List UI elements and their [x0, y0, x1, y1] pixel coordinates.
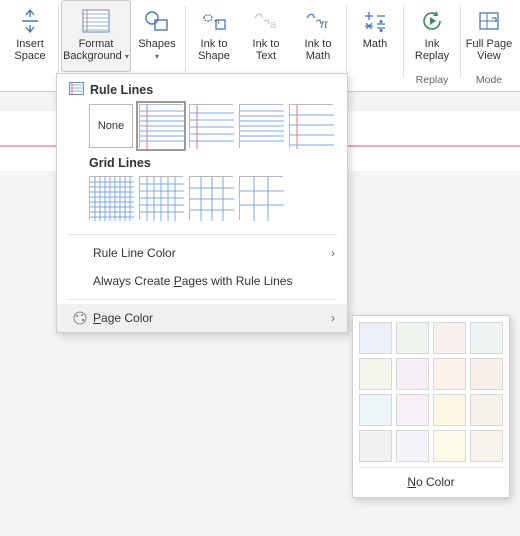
rule-swatch-wide-red[interactable]: [289, 104, 333, 148]
always-create-pages-item[interactable]: Always Create Pages with Rule Lines: [57, 267, 347, 295]
ink-to-math-icon: π: [305, 7, 331, 35]
chevron-right-icon: ›: [331, 246, 335, 260]
rule-swatch-wide-blue[interactable]: [239, 104, 283, 148]
grid-lines-heading: Grid Lines: [89, 156, 335, 170]
insert-space-button[interactable]: InsertSpace: [4, 0, 56, 72]
ribbon-separator: [403, 6, 404, 78]
rule-line-color-label: Rule Line Color: [93, 246, 176, 260]
rule-lines-icon: [69, 82, 84, 98]
page-color-swatch-10[interactable]: [433, 394, 466, 426]
rule-swatch-none[interactable]: None: [89, 104, 133, 148]
full-page-view-label: Full PageView: [466, 38, 512, 62]
math-button[interactable]: Math: [349, 0, 401, 72]
page-color-swatch-5[interactable]: [396, 358, 429, 390]
full-page-view-button[interactable]: Full PageView: [463, 0, 515, 72]
ink-to-text-icon: a: [253, 7, 279, 35]
page-color-swatch-3[interactable]: [470, 322, 503, 354]
ink-to-shape-icon: [201, 7, 227, 35]
rule-lines-heading: Rule Lines: [89, 82, 335, 98]
page-color-swatch-4[interactable]: [359, 358, 392, 390]
ink-replay-button[interactable]: InkReplay: [406, 0, 458, 72]
shapes-label: Shapes▾: [138, 38, 175, 63]
math-label: Math: [363, 38, 387, 50]
chevron-down-icon: ▾: [125, 52, 129, 61]
rule-line-color-item[interactable]: Rule Line Color ›: [57, 239, 347, 267]
page-color-swatch-15[interactable]: [470, 430, 503, 462]
ink-to-text-button[interactable]: a Ink toText: [240, 0, 292, 72]
format-background-icon: [82, 7, 110, 35]
ink-to-text-label: Ink toText: [253, 38, 280, 62]
grid-swatch-small[interactable]: [89, 176, 133, 220]
flyout-separator: [359, 467, 503, 468]
insert-space-icon: [19, 7, 41, 35]
insert-space-label: InsertSpace: [14, 38, 45, 62]
ribbon-separator: [58, 6, 59, 78]
ink-replay-icon: [420, 7, 444, 35]
page-color-swatch-9[interactable]: [396, 394, 429, 426]
page-color-swatch-7[interactable]: [470, 358, 503, 390]
grid-swatch-medium[interactable]: [139, 176, 183, 220]
page-color-swatch-8[interactable]: [359, 394, 392, 426]
page-color-flyout: No Color: [352, 315, 510, 498]
chevron-right-icon: ›: [331, 311, 335, 325]
grid-lines-heading-text: Grid Lines: [89, 156, 151, 170]
no-color-item[interactable]: No Color: [359, 470, 503, 495]
math-icon: [363, 7, 387, 35]
ribbon-separator: [460, 6, 461, 78]
chevron-down-icon: ▾: [155, 52, 159, 61]
ribbon-separator: [185, 6, 186, 78]
dropdown-separator: [67, 299, 337, 300]
page-color-swatch-2[interactable]: [433, 322, 466, 354]
page-color-icon: [71, 311, 89, 325]
rule-lines-heading-text: Rule Lines: [90, 83, 153, 97]
format-background-dropdown: Rule Lines None Grid Lines: [56, 73, 348, 333]
page-color-swatch-14[interactable]: [433, 430, 466, 462]
ink-replay-label: InkReplay: [415, 38, 449, 62]
page-color-swatch-0[interactable]: [359, 322, 392, 354]
rule-lines-swatches: None: [89, 104, 335, 148]
page-color-swatch-6[interactable]: [433, 358, 466, 390]
grid-swatch-xlarge[interactable]: [239, 176, 283, 220]
ink-to-shape-button[interactable]: Ink toShape: [188, 0, 240, 72]
ink-to-math-button[interactable]: π Ink toMath: [292, 0, 344, 72]
page-color-swatch-13[interactable]: [396, 430, 429, 462]
page-color-swatch-11[interactable]: [470, 394, 503, 426]
page-color-grid: [359, 322, 503, 462]
ink-to-shape-label: Ink toShape: [198, 38, 230, 62]
svg-text:π: π: [320, 17, 329, 31]
rule-swatch-narrow-red[interactable]: [189, 104, 233, 148]
full-page-view-icon: [477, 7, 501, 35]
grid-lines-swatches: [89, 176, 335, 220]
shapes-icon: [144, 7, 170, 35]
svg-text:a: a: [270, 19, 277, 31]
page-color-swatch-1[interactable]: [396, 322, 429, 354]
format-background-button[interactable]: FormatBackground ▾: [61, 0, 131, 72]
page-color-label: Page Color: [93, 311, 153, 325]
grid-swatch-large[interactable]: [189, 176, 233, 220]
rule-swatch-narrow-blue[interactable]: [139, 104, 183, 148]
shapes-button[interactable]: Shapes▾: [131, 0, 183, 72]
page-color-item[interactable]: Page Color ›: [57, 304, 347, 332]
ribbon-separator: [346, 6, 347, 78]
dropdown-separator: [67, 234, 337, 235]
group-mode-label: Mode: [463, 73, 515, 91]
page-color-swatch-12[interactable]: [359, 430, 392, 462]
ink-to-math-label: Ink toMath: [305, 38, 332, 62]
group-replay-label: Replay: [406, 73, 458, 91]
format-background-label: FormatBackground ▾: [63, 38, 129, 63]
always-create-label: Always Create Pages with Rule Lines: [93, 274, 292, 288]
